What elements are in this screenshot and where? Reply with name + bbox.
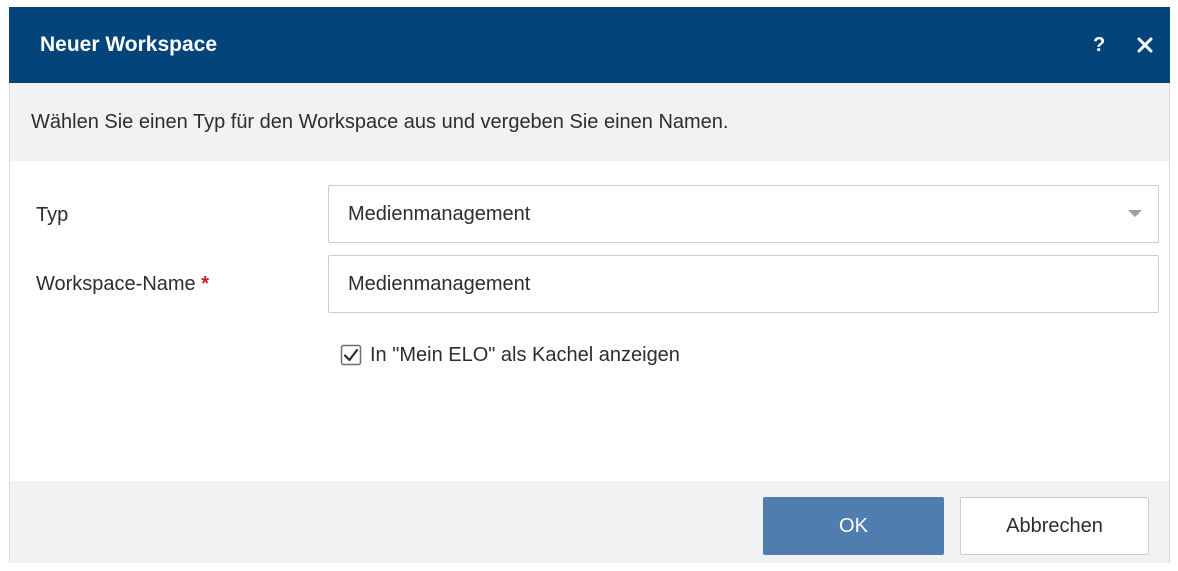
ok-button[interactable]: OK <box>763 497 944 555</box>
cancel-button[interactable]: Abbrechen <box>960 497 1149 555</box>
checkmark-icon <box>340 344 362 366</box>
new-workspace-dialog: Neuer Workspace ? Wählen Sie einen Typ f… <box>9 7 1170 563</box>
tile-checkbox-label[interactable]: In "Mein ELO" als Kachel anzeigen <box>370 344 680 367</box>
workspace-name-label-text: Workspace-Name <box>36 273 196 295</box>
dialog-description: Wählen Sie einen Typ für den Workspace a… <box>31 111 729 133</box>
tile-checkbox-row: In "Mein ELO" als Kachel anzeigen <box>340 338 680 372</box>
workspace-name-label: Workspace-Name * <box>36 273 209 296</box>
tile-checkbox[interactable] <box>340 344 362 366</box>
workspace-name-input[interactable]: Medienmanagement <box>328 255 1159 313</box>
required-marker: * <box>201 273 210 295</box>
dialog-titlebar: Neuer Workspace ? <box>9 7 1170 83</box>
help-button[interactable]: ? <box>1093 7 1105 83</box>
close-icon <box>1137 37 1153 53</box>
type-label: Typ <box>36 204 69 226</box>
chevron-down-icon <box>1128 210 1142 217</box>
dialog-title: Neuer Workspace <box>40 33 218 56</box>
dialog-footer: OK Abbrechen <box>10 481 1169 563</box>
close-button[interactable] <box>1130 7 1160 83</box>
type-select-value: Medienmanagement <box>348 203 531 225</box>
dialog-description-panel: Wählen Sie einen Typ für den Workspace a… <box>10 83 1169 161</box>
workspace-name-value: Medienmanagement <box>348 273 531 295</box>
type-select[interactable]: Medienmanagement <box>328 185 1159 243</box>
